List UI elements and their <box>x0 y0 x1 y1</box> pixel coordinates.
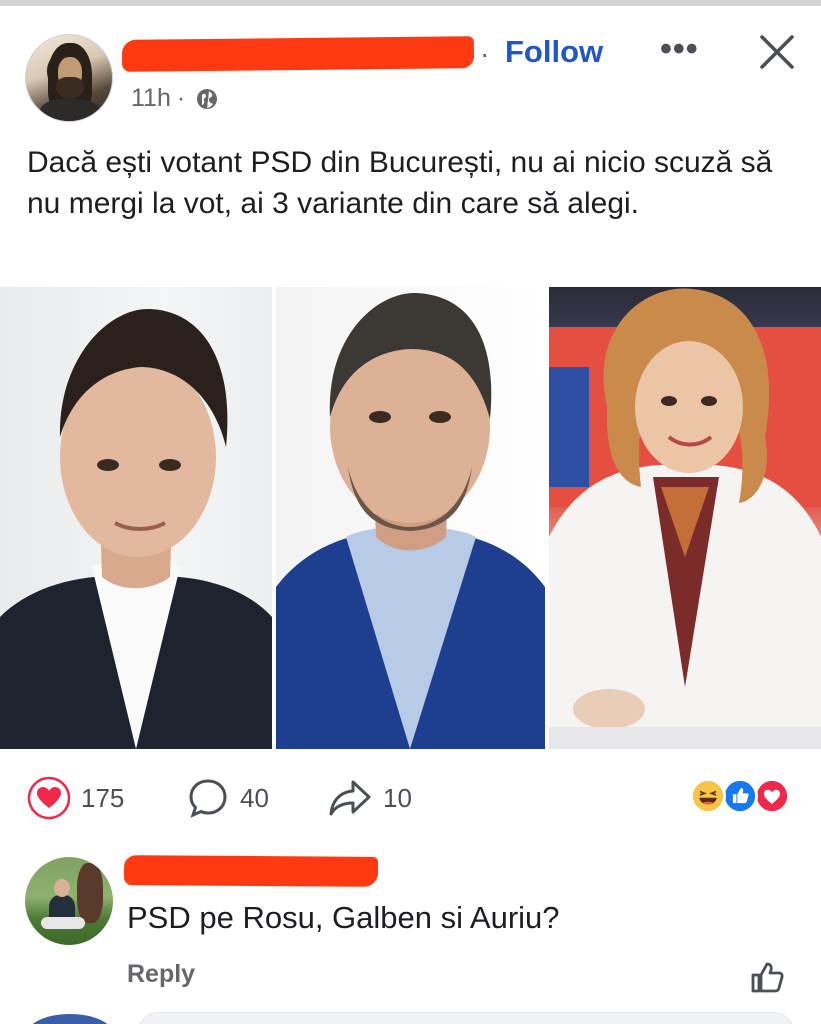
author-name-redaction <box>121 36 475 72</box>
candidate-photo-2[interactable] <box>276 287 545 749</box>
share-button[interactable]: 10 <box>327 776 412 820</box>
photo-collage[interactable] <box>0 287 821 749</box>
love-icon <box>754 778 790 814</box>
thumbs-up-icon <box>751 962 784 993</box>
post-meta: 11h · <box>131 84 219 113</box>
comments-count: 40 <box>240 782 269 813</box>
top-divider <box>0 0 821 6</box>
reply-button[interactable]: Reply <box>127 960 195 989</box>
candidate-photo-1[interactable] <box>0 287 272 749</box>
post-time[interactable]: 11h <box>131 84 171 113</box>
reactions-button[interactable]: 175 <box>27 776 124 820</box>
photo-3-illustration <box>549 288 821 749</box>
commenter-name-redaction <box>123 855 379 887</box>
share-icon <box>329 780 371 816</box>
close-icon <box>760 35 794 69</box>
follow-button[interactable]: Follow <box>505 34 603 70</box>
next-comment-avatar[interactable] <box>27 1014 113 1024</box>
avatar-legs-shape <box>41 917 85 929</box>
engagement-bar: 175 40 10 <box>0 776 821 826</box>
close-button[interactable] <box>757 32 797 72</box>
reactions-count: 175 <box>81 782 125 813</box>
photo-1-illustration <box>0 308 272 749</box>
candidate-photo-3[interactable] <box>549 287 821 749</box>
post-text: Dacă ești votant PSD din București, nu a… <box>27 146 773 220</box>
comment-like-button[interactable] <box>748 958 786 996</box>
avatar-head-shape <box>54 879 70 897</box>
heart-icon <box>27 776 71 820</box>
avatar-shirt-shape <box>40 99 100 121</box>
shares-count: 10 <box>383 782 412 813</box>
reaction-summary[interactable] <box>690 778 800 818</box>
comments-button[interactable]: 40 <box>186 776 269 820</box>
comment-text: PSD pe Rosu, Galben si Auriu? <box>127 900 560 935</box>
like-icon <box>722 778 758 814</box>
author-avatar[interactable] <box>25 34 113 122</box>
globe-icon <box>197 88 218 109</box>
header-separator: · <box>480 38 490 69</box>
commenter-avatar[interactable] <box>25 857 113 945</box>
haha-icon <box>690 778 726 814</box>
more-options-button[interactable]: ••• <box>660 30 699 69</box>
avatar-tree-shape <box>77 863 103 923</box>
photo-2-illustration <box>276 292 545 749</box>
meta-separator: · <box>176 84 186 112</box>
more-horizontal-icon: ••• <box>660 30 699 68</box>
avatar-beard-shape <box>56 77 84 99</box>
comment-icon <box>189 779 227 818</box>
next-comment-bubble[interactable] <box>138 1012 794 1024</box>
